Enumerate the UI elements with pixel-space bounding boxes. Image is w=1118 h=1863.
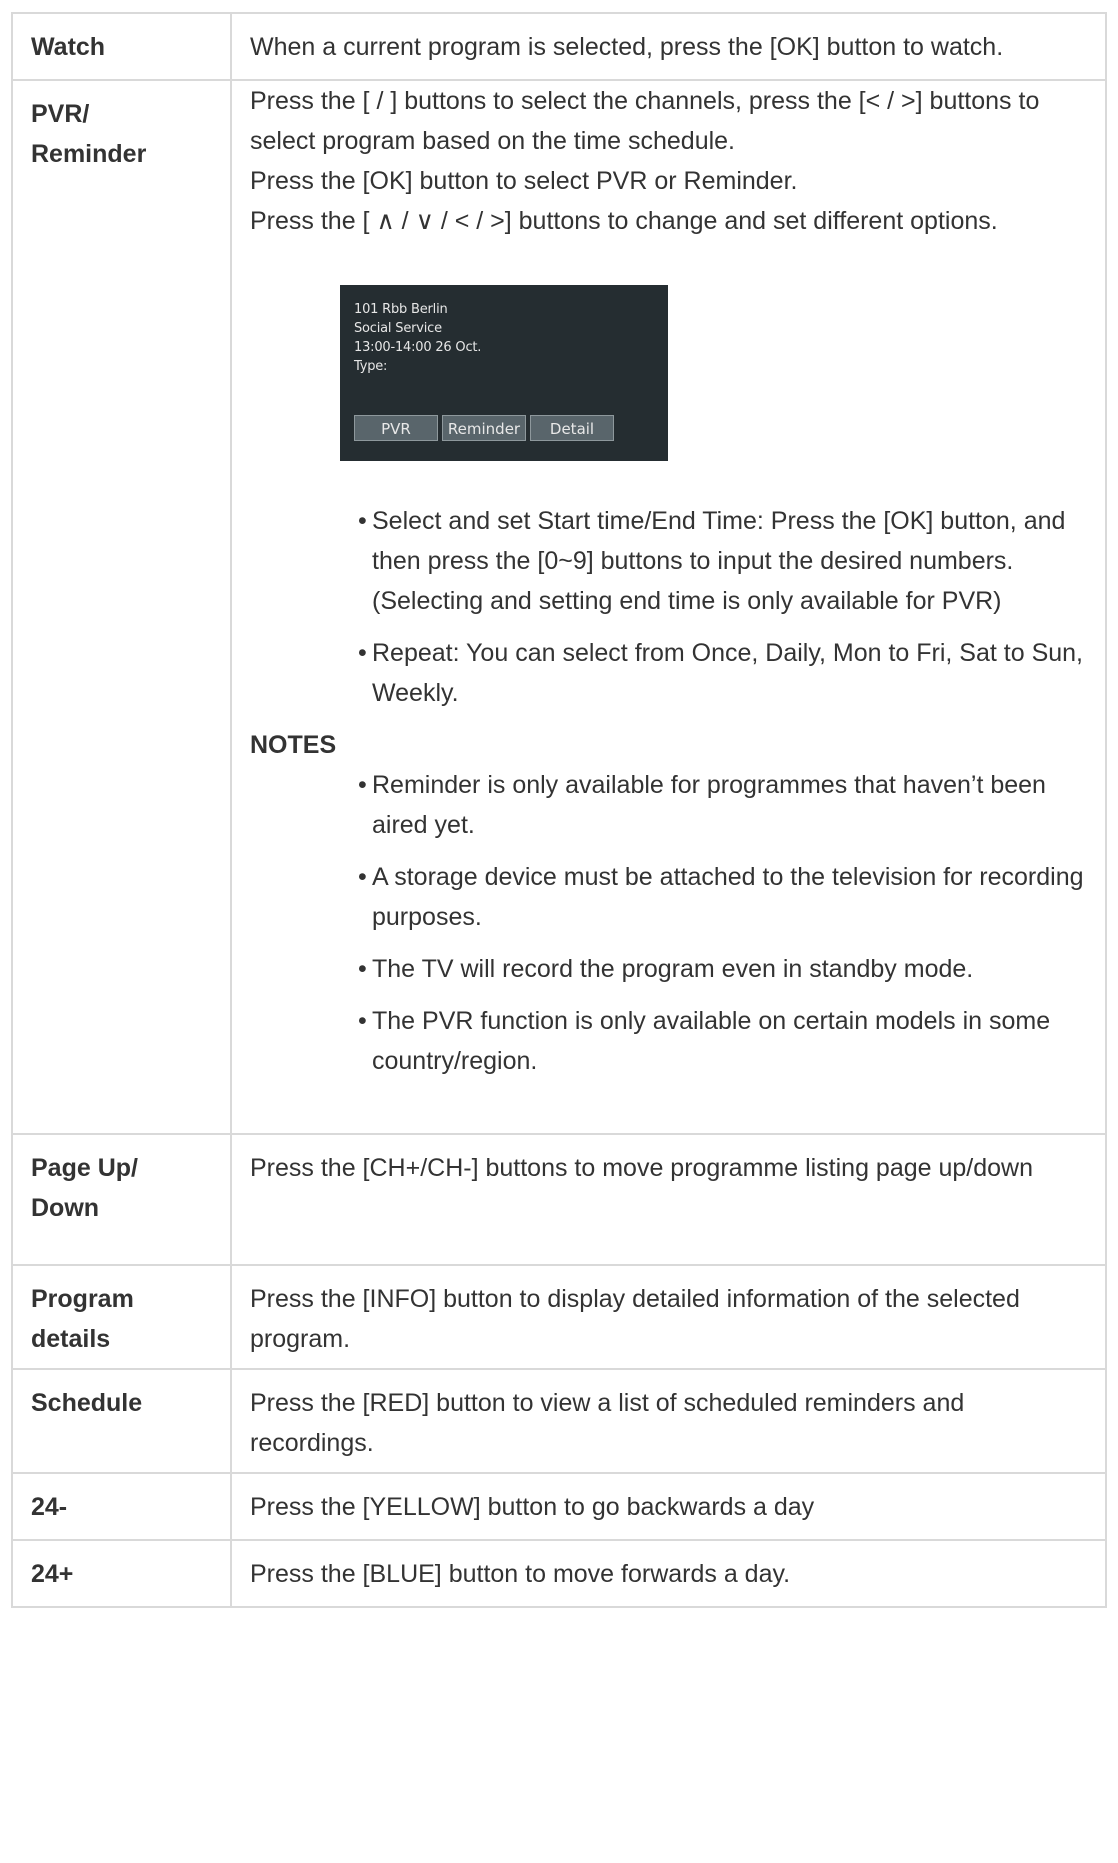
- row-value-pvr-reminder: Press the [ / ] buttons to select the ch…: [230, 79, 1107, 1135]
- row-value-24-plus: Press the [BLUE] button to move forwards…: [230, 1539, 1107, 1608]
- tv-time-line: 13:00-14:00 26 Oct.: [354, 340, 482, 355]
- row-key-line: Reminder: [31, 140, 147, 168]
- row-key-line: Program: [31, 1285, 134, 1313]
- notes-heading: NOTES: [250, 731, 337, 759]
- row-key-24-plus: 24+: [11, 1539, 232, 1608]
- table-row-schedule: Schedule Press the [RED] button to view …: [11, 1368, 1107, 1474]
- row-value-program-details: Press the [INFO] button to display detai…: [230, 1264, 1107, 1370]
- row-key-program-details: Program details: [11, 1264, 232, 1370]
- list-item: • Select and set Start time/End Time: Pre…: [358, 507, 1066, 615]
- list-item: • Repeat: You can select from Once, Daily…: [358, 639, 1083, 707]
- tv-type-line: Type:: [354, 359, 388, 374]
- row-value-page-up-down: Press the [CH+/CH-] buttons to move prog…: [230, 1133, 1107, 1266]
- row-value-schedule: Press the [RED] button to view a list of…: [230, 1368, 1107, 1474]
- list-item: • The PVR function is only available on c…: [358, 1007, 1051, 1075]
- table-row-24-plus: 24+ Press the [BLUE] button to move forw…: [11, 1539, 1107, 1608]
- row-key-pvr-reminder: PVR/ Reminder: [11, 79, 232, 1135]
- row-key-line: Page Up/: [31, 1154, 138, 1182]
- tv-pvr-button: PVR: [354, 415, 438, 441]
- tv-channel-line: 101 Rbb Berlin: [354, 302, 448, 317]
- table-row-program-details: Program details Press the [INFO] button …: [11, 1264, 1107, 1370]
- table-row-pvr-reminder: PVR/ Reminder Press the [ / ] buttons to…: [11, 79, 1107, 1135]
- row-key-line: details: [31, 1325, 111, 1353]
- pvr-paragraph: Press the [ / ] buttons to select the ch…: [250, 87, 1040, 155]
- tv-program-line: Social Service: [354, 321, 442, 336]
- pvr-paragraph: Press the [ ∧ / ∨ / < / >] buttons to ch…: [250, 207, 998, 235]
- row-key-line: Down: [31, 1194, 100, 1222]
- notes-list: • Reminder is only available for programm…: [250, 765, 1087, 1081]
- tv-button-row: PVR Reminder Detail: [354, 415, 614, 441]
- tv-menu-screenshot: 101 Rbb Berlin Social Service 13:00-14:0…: [340, 285, 668, 461]
- row-key-watch: Watch: [11, 12, 232, 81]
- row-key-line: PVR/: [31, 100, 90, 128]
- row-key-page-up-down: Page Up/ Down: [11, 1133, 232, 1266]
- table-row-watch: Watch When a current program is selected…: [11, 12, 1107, 81]
- row-value-24-minus: Press the [YELLOW] button to go backward…: [230, 1472, 1107, 1541]
- row-key-24-minus: 24-: [11, 1472, 232, 1541]
- table-row-page-up-down: Page Up/ Down Press the [CH+/CH-] button…: [11, 1133, 1107, 1266]
- list-item: • The TV will record the program even in …: [358, 955, 974, 983]
- tv-reminder-button: Reminder: [442, 415, 526, 441]
- row-key-schedule: Schedule: [11, 1368, 232, 1474]
- list-item: • A storage device must be attached to th…: [358, 863, 1084, 931]
- pvr-paragraph: Press the [OK] button to select PVR or R…: [250, 167, 798, 195]
- tv-detail-button: Detail: [530, 415, 614, 441]
- epg-controls-table: Watch When a current program is selected…: [11, 12, 1107, 1608]
- row-value-watch: When a current program is selected, pres…: [230, 12, 1107, 81]
- pvr-bullet-list: • Select and set Start time/End Time: Pre…: [250, 501, 1087, 713]
- table-row-24-minus: 24- Press the [YELLOW] button to go back…: [11, 1472, 1107, 1541]
- list-item: • Reminder is only available for programm…: [358, 771, 1046, 839]
